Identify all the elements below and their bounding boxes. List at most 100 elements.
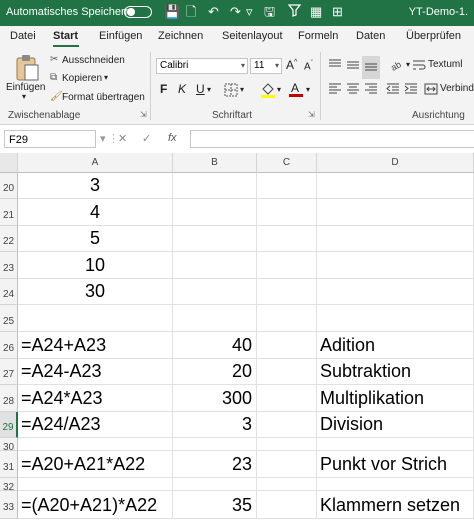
increase-indent-icon[interactable] xyxy=(404,82,418,101)
undo-icon[interactable]: ↶ xyxy=(208,4,219,20)
font-color-dropdown-icon[interactable]: ▾ xyxy=(306,85,310,94)
cell-c[interactable] xyxy=(257,451,317,478)
tab-seitenlayout[interactable]: Seitenlayout xyxy=(222,30,283,42)
cell-a[interactable]: 4 xyxy=(18,199,173,226)
cell-c[interactable] xyxy=(257,305,317,332)
tab-ueberpruefen[interactable]: Überprüfen xyxy=(406,30,461,42)
row-header[interactable]: 21 xyxy=(0,199,18,226)
column-header-c[interactable]: C xyxy=(257,153,317,173)
cell-b[interactable]: 20 xyxy=(173,359,257,385)
filter-icon[interactable] xyxy=(287,4,302,21)
cell-d[interactable]: Subtraktion xyxy=(317,359,474,385)
cell-d[interactable] xyxy=(317,199,474,226)
new-file-icon[interactable]: 🗋 xyxy=(186,4,196,20)
copy-dropdown-icon[interactable]: ▾ xyxy=(104,73,108,82)
wrap-text-icon[interactable] xyxy=(412,58,426,77)
cell-a[interactable]: =A24*A23 xyxy=(18,385,173,412)
cell-a[interactable]: 10 xyxy=(18,252,173,279)
row-header[interactable]: 20 xyxy=(0,173,18,199)
cell-b[interactable]: 3 xyxy=(173,412,257,438)
font-color-icon[interactable]: A xyxy=(288,80,304,103)
cell-b[interactable] xyxy=(173,438,257,451)
align-left-icon[interactable] xyxy=(328,82,342,101)
enter-icon[interactable]: ✓ xyxy=(142,132,151,145)
row-header[interactable]: 29 xyxy=(0,412,18,438)
save-icon[interactable]: 💾 xyxy=(164,4,180,20)
column-header-b[interactable]: B xyxy=(173,153,257,173)
orientation-dropdown-icon[interactable]: ▾ xyxy=(406,60,410,69)
italic-button[interactable]: K xyxy=(178,82,186,96)
row-header[interactable]: 25 xyxy=(0,305,18,332)
merge-center-button[interactable]: Verbind xyxy=(440,83,474,94)
cell-b[interactable] xyxy=(173,478,257,491)
row-header[interactable]: 31 xyxy=(0,451,18,478)
row-header[interactable]: 33 xyxy=(0,491,18,519)
cell-d[interactable]: Klammern setzen xyxy=(317,491,474,519)
wrap-text-button[interactable]: Textuml xyxy=(428,59,462,70)
fill-color-icon[interactable] xyxy=(260,81,276,104)
cell-d[interactable] xyxy=(317,252,474,279)
cell-b[interactable]: 40 xyxy=(173,332,257,359)
underline-button[interactable]: U xyxy=(196,82,205,96)
cell-a[interactable]: 5 xyxy=(18,226,173,252)
cell-c[interactable] xyxy=(257,438,317,451)
tab-daten[interactable]: Daten xyxy=(356,30,385,42)
tab-start[interactable]: Start xyxy=(53,30,78,42)
cell-d[interactable] xyxy=(317,478,474,491)
cell-c[interactable] xyxy=(257,226,317,252)
row-header[interactable]: 26 xyxy=(0,332,18,359)
align-center-icon[interactable] xyxy=(346,82,360,101)
orientation-icon[interactable]: ab xyxy=(389,58,406,77)
cell-b[interactable]: 300 xyxy=(173,385,257,412)
cell-d[interactable] xyxy=(317,279,474,305)
tab-datei[interactable]: Datei xyxy=(10,30,36,42)
cell-b[interactable] xyxy=(173,199,257,226)
tab-formeln[interactable]: Formeln xyxy=(298,30,338,42)
select-all-corner[interactable] xyxy=(0,153,18,173)
insert-function-icon[interactable]: fx xyxy=(168,132,177,144)
align-right-icon[interactable] xyxy=(364,82,378,101)
cell-a[interactable]: 3 xyxy=(18,173,173,199)
decrease-indent-icon[interactable] xyxy=(386,82,400,101)
font-size-select[interactable]: 11 ▾ xyxy=(250,58,282,74)
cell-a[interactable]: =A24-A23 xyxy=(18,359,173,385)
row-header[interactable]: 28 xyxy=(0,385,18,412)
cell-a[interactable]: =A24+A23 xyxy=(18,332,173,359)
cell-d[interactable] xyxy=(317,438,474,451)
redo-dropdown-icon[interactable]: ▿ xyxy=(246,4,253,20)
cell-b[interactable] xyxy=(173,173,257,199)
cell-c[interactable] xyxy=(257,359,317,385)
redo-icon[interactable]: ↷ xyxy=(230,4,241,20)
cut-button[interactable]: Ausschneiden xyxy=(62,55,125,66)
borders-icon[interactable] xyxy=(224,83,238,102)
cell-c[interactable] xyxy=(257,279,317,305)
print-preview-icon[interactable]: 🖫 xyxy=(264,4,275,20)
cell-c[interactable] xyxy=(257,491,317,519)
cancel-icon[interactable]: ✕ xyxy=(118,132,127,145)
formula-input[interactable] xyxy=(190,130,474,148)
grid-icon[interactable]: ⊞ xyxy=(332,4,343,20)
cell-b[interactable]: 23 xyxy=(173,451,257,478)
cell-d[interactable]: Punkt vor Strich xyxy=(317,451,474,478)
name-box[interactable]: F29 xyxy=(4,130,96,148)
cell-a[interactable]: =(A20+A21)*A22 xyxy=(18,491,173,519)
font-name-select[interactable]: Calibri ▾ xyxy=(156,58,248,74)
column-header-a[interactable]: A xyxy=(18,153,173,173)
fill-color-dropdown-icon[interactable]: ▾ xyxy=(277,85,281,94)
column-header-d[interactable]: D xyxy=(317,153,474,173)
row-header[interactable]: 23 xyxy=(0,252,18,279)
align-middle-icon[interactable] xyxy=(346,58,360,77)
row-header[interactable]: 24 xyxy=(0,279,18,305)
shrink-font-button[interactable]: Aˇ xyxy=(304,60,313,72)
cell-c[interactable] xyxy=(257,478,317,491)
tab-einfuegen[interactable]: Einfügen xyxy=(99,30,142,42)
paste-dropdown-icon[interactable]: ▾ xyxy=(22,92,26,101)
cell-b[interactable] xyxy=(173,305,257,332)
row-header[interactable]: 27 xyxy=(0,359,18,385)
row-header[interactable]: 32 xyxy=(0,478,18,493)
autosave-toggle[interactable] xyxy=(124,6,152,18)
cell-a[interactable]: 30 xyxy=(18,279,173,305)
cell-b[interactable] xyxy=(173,226,257,252)
cell-a[interactable]: =A20+A21*A22 xyxy=(18,451,173,478)
cell-a[interactable] xyxy=(18,438,173,451)
